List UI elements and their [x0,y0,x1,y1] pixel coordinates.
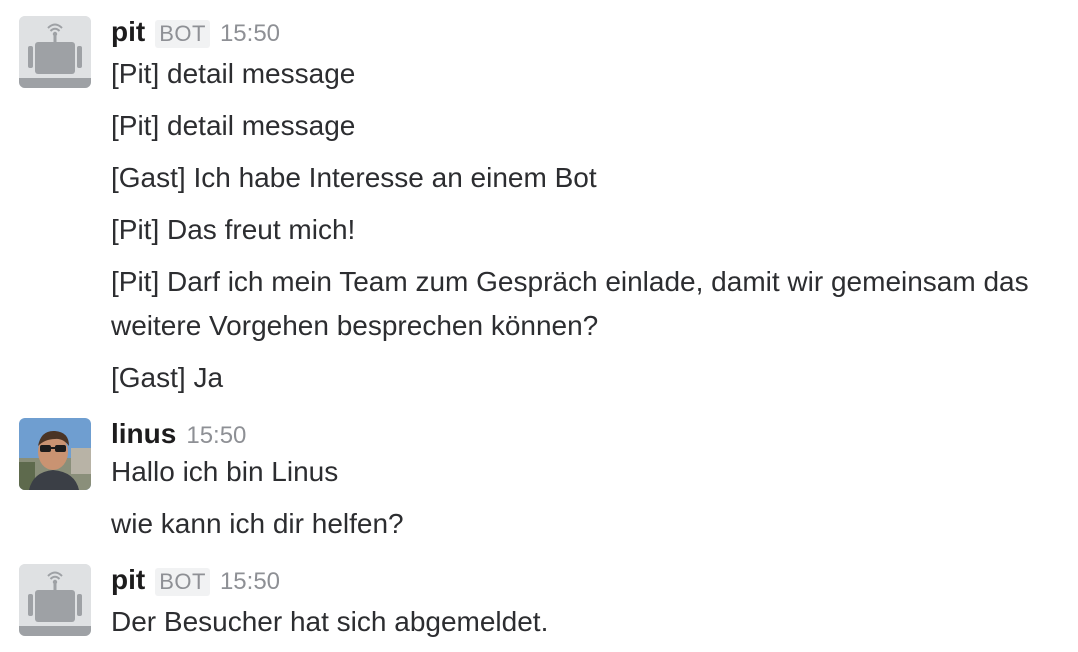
message-text: [Pit] detail message [111,110,356,141]
message-text: Der Besucher hat sich abgemeldet. [111,606,549,637]
bot-badge: BOT [155,568,210,596]
bot-badge: BOT [155,20,210,48]
message-text: [Pit] Das freut mich! [111,214,356,245]
timestamp[interactable]: 15:50 [186,422,246,450]
message-header: pit BOT 15:50 [111,16,1061,52]
message-thread: pit BOT 15:50 [Pit] detail message [Pit]… [0,0,1078,650]
timestamp[interactable]: 15:50 [220,568,280,596]
user-photo-avatar[interactable] [19,418,91,490]
message-text: wie kann ich dir helfen? [111,508,404,539]
timestamp[interactable]: 15:50 [220,20,280,48]
message-text: [Gast] Ja [111,362,224,393]
message-text: Hallo ich bin Linus [111,456,339,487]
message-header: linus 15:50 [111,418,1061,454]
bot-avatar-icon[interactable] [19,16,91,88]
message-text: [Pit] detail message [111,58,356,89]
username[interactable]: linus [111,418,176,450]
message-text: [Pit] Darf ich mein Team zum Gespräch ei… [111,266,1029,341]
username[interactable]: pit [111,16,145,48]
message-text: [Gast] Ich habe Interesse an einem Bot [111,162,597,193]
username[interactable]: pit [111,564,145,596]
message-header: pit BOT 15:50 [111,564,1061,600]
bot-avatar-icon[interactable] [19,564,91,636]
